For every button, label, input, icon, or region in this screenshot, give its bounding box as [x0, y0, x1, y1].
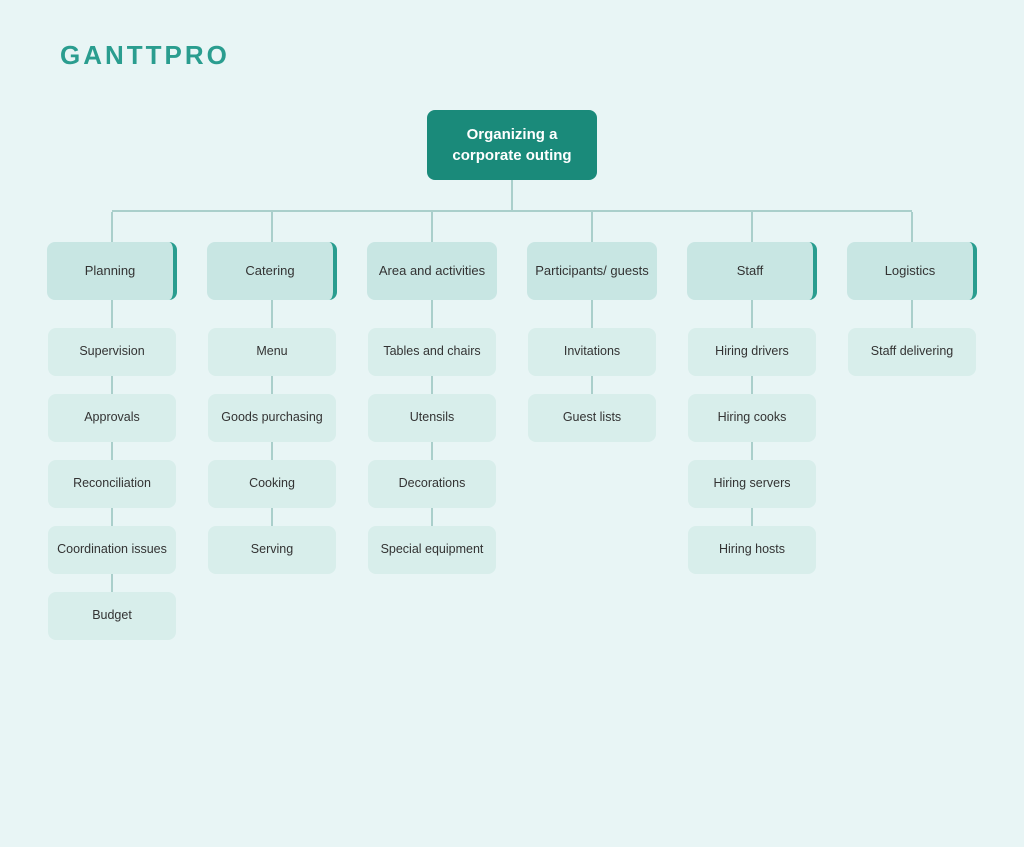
col-planning: Planning Supervision Approvals Reconcili… [32, 212, 192, 640]
col-logistics: Logistics Staff delivering [832, 212, 992, 376]
level2-goods: Goods purchasing [208, 394, 336, 442]
col-catering: Catering Menu Goods purchasing Cooking S… [192, 212, 352, 574]
col-participants: Participants/ guests Invitations Guest l… [512, 212, 672, 442]
level1-logistics: Logistics [847, 242, 977, 300]
level2-cooking: Cooking [208, 460, 336, 508]
level2-approvals: Approvals [48, 394, 176, 442]
level1-area: Area and activities [367, 242, 497, 300]
level2-hiring-servers: Hiring servers [688, 460, 816, 508]
level2-tables: Tables and chairs [368, 328, 496, 376]
level2-special: Special equipment [368, 526, 496, 574]
level2-reconciliation: Reconciliation [48, 460, 176, 508]
level2-supervision: Supervision [48, 328, 176, 376]
level1-participants: Participants/ guests [527, 242, 657, 300]
col-staff: Staff Hiring drivers Hiring cooks Hiring… [672, 212, 832, 574]
level2-hiring-drivers: Hiring drivers [688, 328, 816, 376]
level2-budget: Budget [48, 592, 176, 640]
level2-menu: Menu [208, 328, 336, 376]
level1-staff: Staff [687, 242, 817, 300]
level2-guestlists: Guest lists [528, 394, 656, 442]
level2-utensils: Utensils [368, 394, 496, 442]
level2-hiring-hosts: Hiring hosts [688, 526, 816, 574]
level2-serving: Serving [208, 526, 336, 574]
level2-invitations: Invitations [528, 328, 656, 376]
level2-staff-delivering: Staff delivering [848, 328, 976, 376]
chart-container: Organizing a corporate outing Planning S… [20, 110, 1004, 827]
level2-hiring-cooks: Hiring cooks [688, 394, 816, 442]
root-node: Organizing a corporate outing [427, 110, 597, 180]
level1-planning: Planning [47, 242, 177, 300]
level1-catering: Catering [207, 242, 337, 300]
logo: GANTTPRO [60, 40, 230, 71]
level2-decorations: Decorations [368, 460, 496, 508]
level2-coordination: Coordination issues [48, 526, 176, 574]
col-area: Area and activities Tables and chairs Ut… [352, 212, 512, 574]
